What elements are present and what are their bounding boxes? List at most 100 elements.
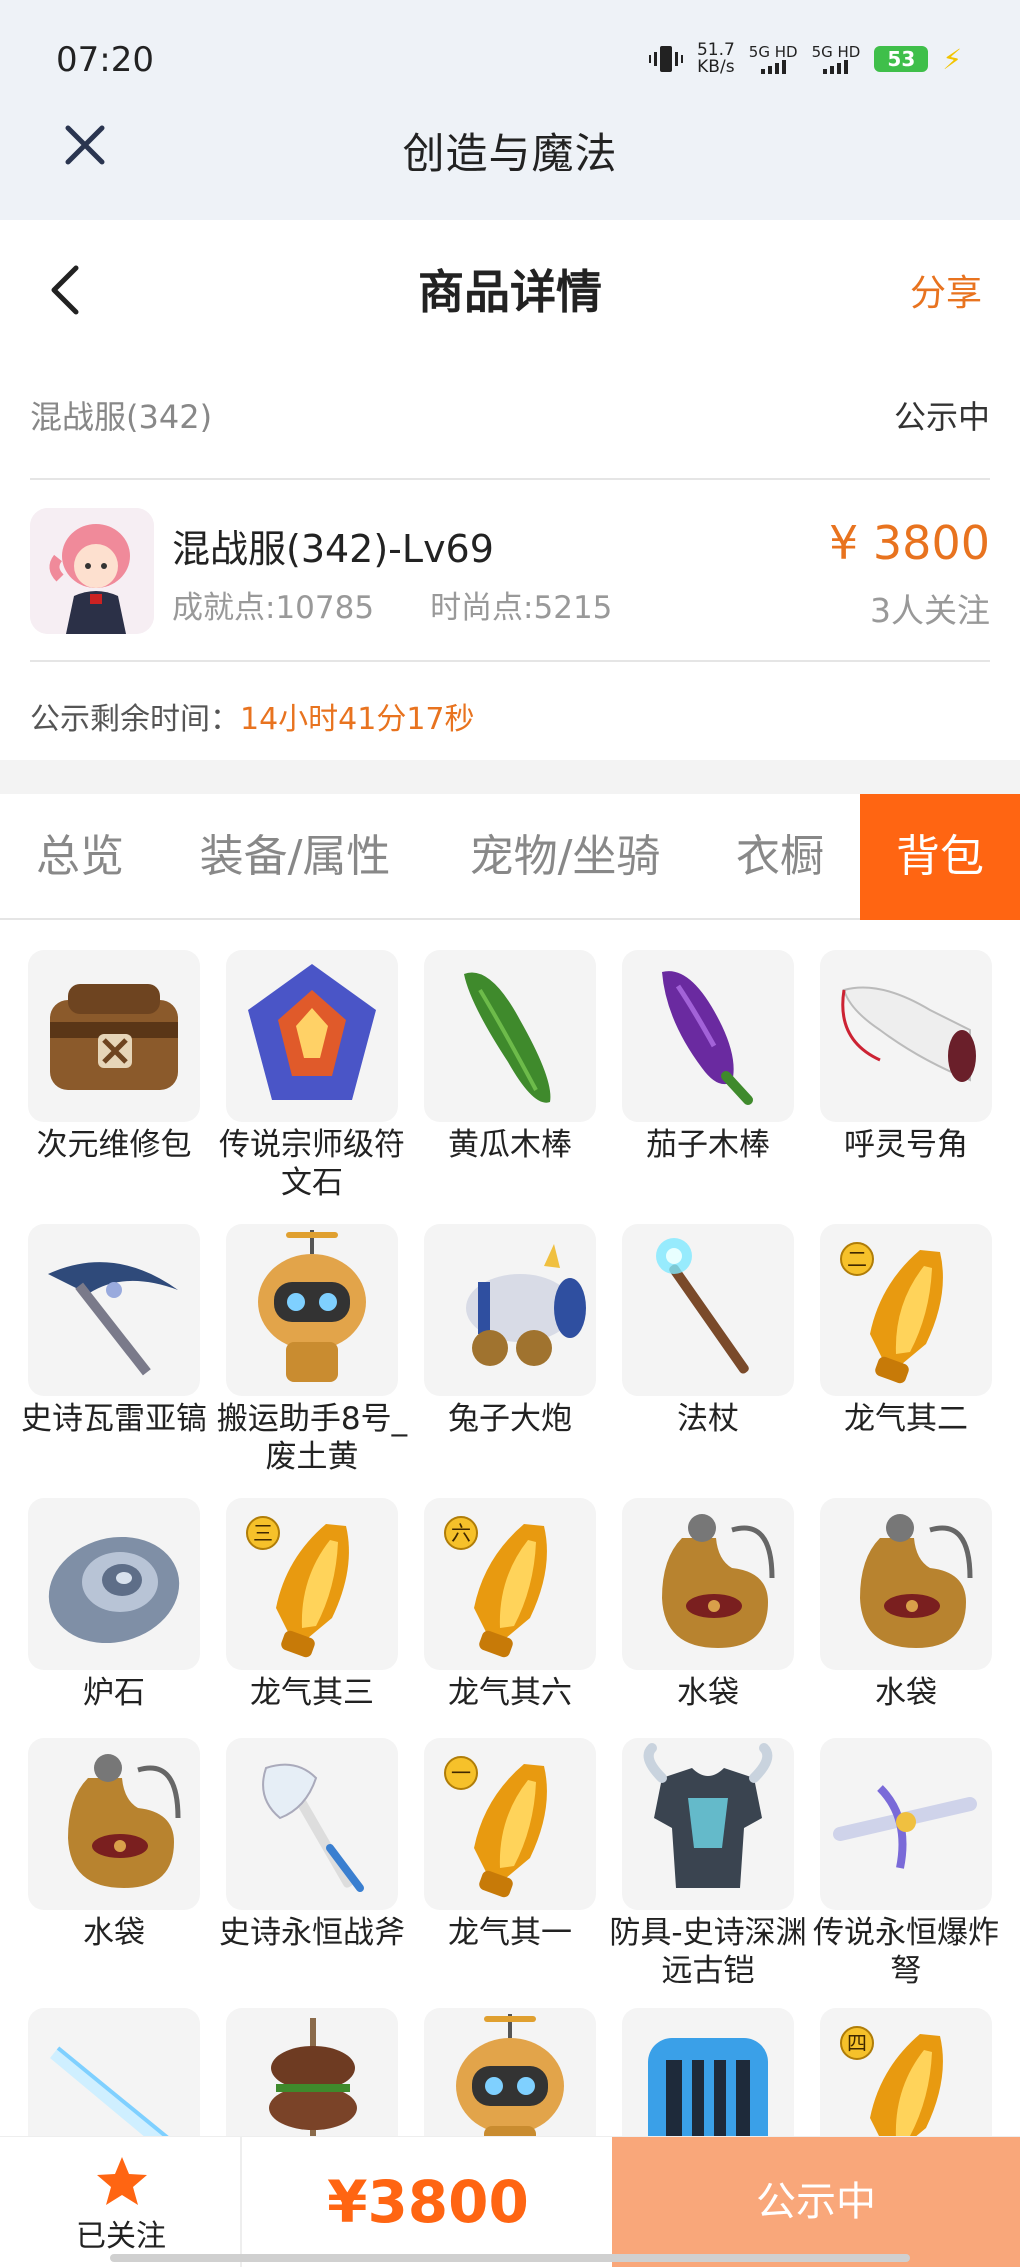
crossbow-icon bbox=[833, 1785, 977, 1869]
app-title: 创造与魔法 bbox=[402, 129, 618, 178]
backpack-item[interactable]: 呼灵号角 bbox=[820, 950, 992, 1164]
remaining-time: 公示剩余时间：14小时41分17秒 bbox=[30, 694, 475, 738]
water-bag-icon bbox=[662, 1514, 775, 1648]
publicity-action-button[interactable]: 公示中 bbox=[612, 2137, 1020, 2267]
status-icons: 51.7 KB/s 5G HD 5G HD 53 ⚡ bbox=[648, 42, 962, 76]
share-button[interactable]: 分享 bbox=[910, 264, 982, 316]
backpack-item[interactable]: 二龙气其二 bbox=[820, 1224, 992, 1438]
backpack-item[interactable]: 次元维修包 bbox=[28, 950, 200, 1164]
character-summary[interactable]: 混战服(342)-Lv69 成就点:10785 时尚点:5215 ¥ 3800 … bbox=[30, 480, 990, 662]
tier-badge: 六 bbox=[444, 1516, 478, 1550]
rune-stone-icon bbox=[248, 964, 376, 1100]
backpack-grid: 次元维修包 传说宗师级符文石 黄瓜木棒 茄子木棒 呼灵号角史诗瓦雷亚镐 搬运助手8号_废土… bbox=[0, 950, 1020, 2136]
battle-axe-icon bbox=[262, 1763, 364, 1892]
backpack-item[interactable]: 六龙气其六 bbox=[424, 1498, 596, 1712]
item-thumbnail bbox=[820, 1498, 992, 1670]
staff-icon bbox=[656, 1238, 749, 1374]
water-bag-icon bbox=[68, 1754, 181, 1888]
backpack-item[interactable]: 兔子大炮 bbox=[424, 1224, 596, 1438]
item-label: 搬运助手8号_废土黄 bbox=[216, 1401, 408, 1475]
charging-icon: ⚡ bbox=[942, 42, 962, 76]
item-label: 呼灵号角 bbox=[844, 1127, 968, 1163]
backpack-item[interactable]: 法杖 bbox=[622, 1224, 794, 1438]
backpack-item[interactable]: 炉石 bbox=[28, 1498, 200, 1712]
page-title: 商品详情 bbox=[418, 265, 602, 319]
server-name: 混战服(342) bbox=[30, 398, 213, 436]
backpack-item[interactable]: 黄瓜木棒 bbox=[424, 950, 596, 1164]
backpack-item[interactable]: 史诗瓦雷亚镐 bbox=[21, 1224, 207, 1438]
item-thumbnail bbox=[820, 950, 992, 1122]
backpack-item[interactable]: 传说永恒爆炸弩 bbox=[813, 1738, 999, 1990]
section-divider bbox=[0, 760, 1020, 794]
item-thumbnail bbox=[820, 1738, 992, 1910]
backpack-item[interactable] bbox=[226, 2008, 398, 2136]
horn-icon bbox=[841, 986, 976, 1082]
backpack-item[interactable]: 水袋 bbox=[622, 1498, 794, 1712]
character-name: 混战服(342)-Lv69 bbox=[172, 527, 494, 571]
backpack-item[interactable]: 茄子木棒 bbox=[622, 950, 794, 1164]
backpack-item[interactable]: 一龙气其一 bbox=[424, 1738, 596, 1952]
backpack-item[interactable]: 搬运助手8号_废土黄 bbox=[217, 1224, 407, 1476]
fashion-points: 时尚点:5215 bbox=[430, 590, 613, 626]
item-label: 炉石 bbox=[83, 1675, 145, 1711]
status-time: 07:20 bbox=[56, 40, 154, 80]
tier-badge: 四 bbox=[840, 2026, 874, 2060]
bottom-price: ¥3800 bbox=[327, 2168, 529, 2236]
backpack-item[interactable]: 水袋 bbox=[820, 1498, 992, 1712]
item-thumbnail bbox=[424, 1224, 596, 1396]
signal-bars-icon bbox=[760, 60, 786, 74]
robot-icon bbox=[258, 1230, 366, 1382]
item-thumbnail: 二 bbox=[820, 1224, 992, 1396]
robot-icon bbox=[456, 2014, 564, 2136]
follower-count: 3人关注 bbox=[870, 591, 990, 630]
tab-wardrobe[interactable]: 衣橱 bbox=[710, 794, 850, 920]
item-thumbnail bbox=[622, 1738, 794, 1910]
item-label: 龙气其一 bbox=[448, 1915, 572, 1951]
follow-button[interactable]: 已关注 bbox=[0, 2137, 242, 2267]
backpack-item[interactable]: 史诗永恒战斧 bbox=[219, 1738, 405, 1952]
backpack-item[interactable]: 水袋 bbox=[28, 1738, 200, 1952]
item-label: 黄瓜木棒 bbox=[448, 1127, 572, 1163]
armor-icon bbox=[643, 1743, 773, 1888]
item-thumbnail bbox=[622, 1498, 794, 1670]
backpack-item[interactable]: 三龙气其三 bbox=[226, 1498, 398, 1712]
item-thumbnail: 四 bbox=[820, 2008, 992, 2136]
star-icon bbox=[97, 2157, 147, 2205]
item-thumbnail bbox=[226, 950, 398, 1122]
item-thumbnail: 一 bbox=[424, 1738, 596, 1910]
backpack-item[interactable] bbox=[622, 2008, 794, 2136]
item-label: 龙气其二 bbox=[844, 1401, 968, 1437]
tab-equipment[interactable]: 装备/属性 bbox=[170, 794, 420, 920]
item-label: 法杖 bbox=[677, 1401, 739, 1437]
item-label: 龙气其三 bbox=[250, 1675, 374, 1711]
remaining-time-value: 14小时41分17秒 bbox=[240, 702, 475, 737]
tab-backpack[interactable]: 背包 bbox=[860, 794, 1020, 920]
tab-overview[interactable]: 总览 bbox=[10, 794, 150, 920]
follow-label: 已关注 bbox=[76, 2219, 166, 2254]
backpack-item[interactable]: 传说宗师级符文石 bbox=[219, 950, 405, 1202]
vibrate-icon bbox=[648, 46, 683, 72]
item-thumbnail bbox=[28, 1738, 200, 1910]
server-row: 混战服(342) 公示中 bbox=[30, 380, 990, 480]
backpack-item[interactable]: 四 bbox=[820, 2008, 992, 2136]
backpack-item[interactable] bbox=[424, 2008, 596, 2136]
item-thumbnail: 三 bbox=[226, 1498, 398, 1670]
item-label: 兔子大炮 bbox=[448, 1401, 572, 1437]
listing-price: ¥ 3800 bbox=[829, 516, 990, 570]
tab-pets-mounts[interactable]: 宠物/坐骑 bbox=[440, 794, 690, 920]
hearthstone-icon bbox=[48, 1536, 180, 1644]
achievement-points: 成就点:10785 bbox=[172, 590, 375, 626]
backpack-item[interactable] bbox=[28, 2008, 200, 2136]
character-avatar bbox=[30, 508, 154, 634]
item-thumbnail bbox=[424, 950, 596, 1122]
bottom-action-bar: 已关注 ¥3800 公示中 bbox=[0, 2136, 1020, 2267]
signal-sim1: 5G HD bbox=[749, 44, 798, 74]
page-header: 商品详情 分享 bbox=[0, 220, 1020, 350]
item-thumbnail bbox=[28, 1498, 200, 1670]
battery-indicator: 53 bbox=[874, 46, 929, 72]
item-label: 水袋 bbox=[83, 1915, 145, 1951]
dragon-crystal-icon bbox=[870, 2034, 943, 2136]
kebab-icon bbox=[269, 2018, 357, 2136]
item-thumbnail bbox=[622, 1224, 794, 1396]
backpack-item[interactable]: 防具-史诗深渊远古铠 bbox=[609, 1738, 807, 1990]
